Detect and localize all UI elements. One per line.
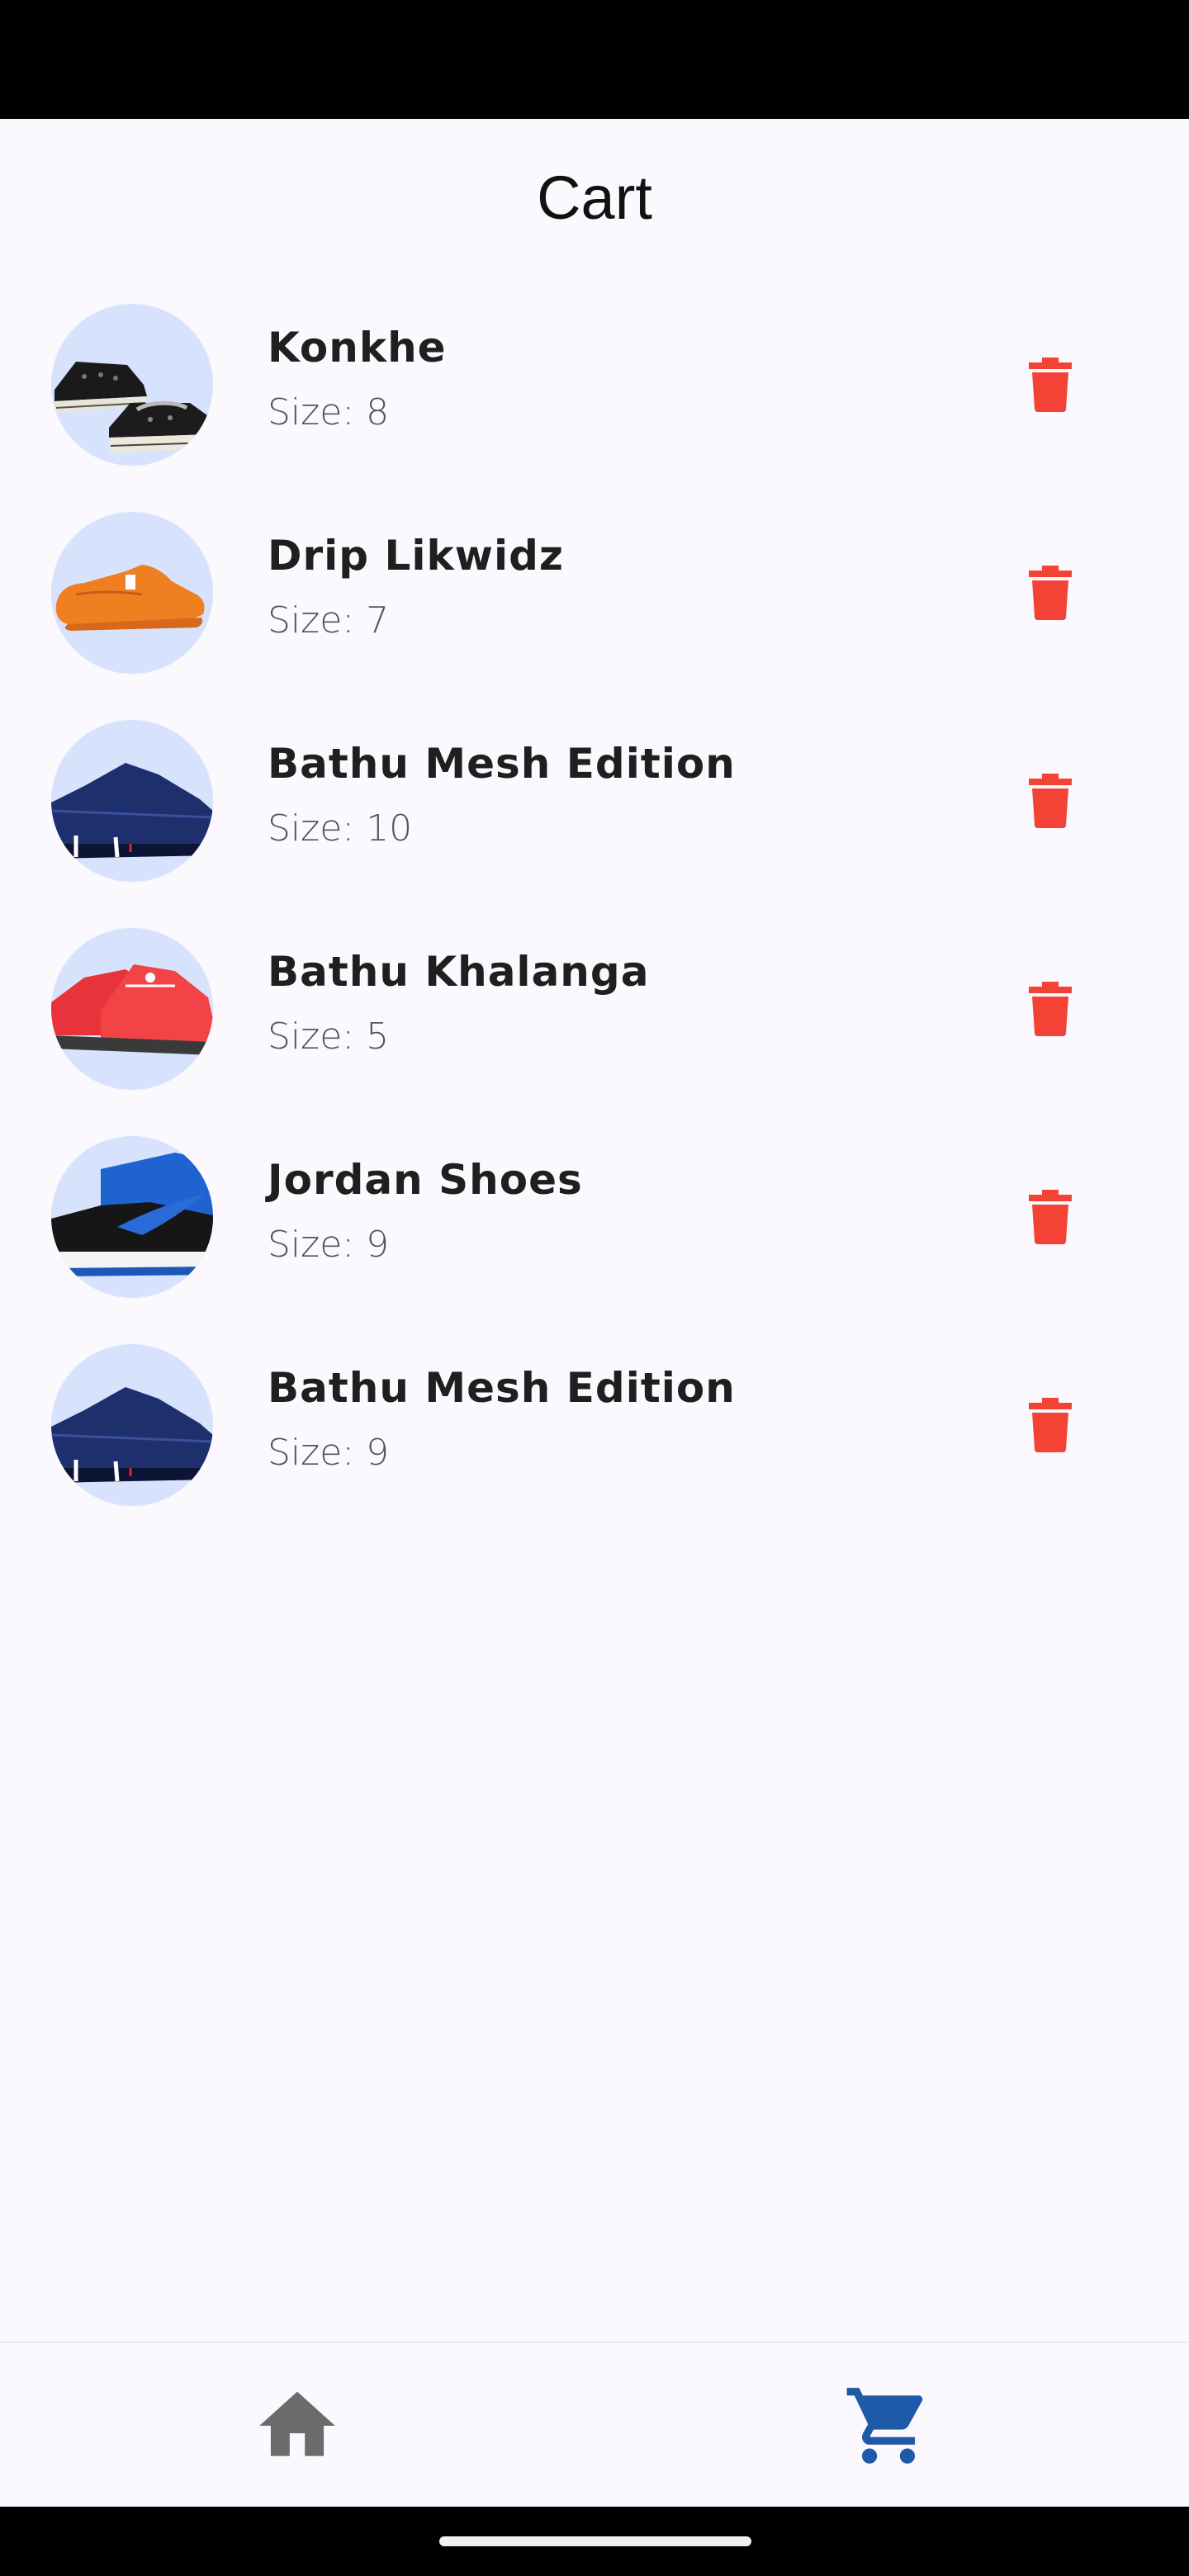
cart-item: Bathu Mesh Edition Size: 10 [0, 697, 1189, 905]
shoe-image [51, 928, 213, 1090]
item-name: Bathu Khalanga [268, 948, 650, 996]
item-name: Drip Likwidz [268, 532, 564, 580]
delete-button[interactable] [1014, 761, 1087, 841]
shoe-image [51, 720, 213, 882]
item-size: Size: 8 [268, 391, 390, 433]
item-name: Jordan Shoes [268, 1156, 583, 1204]
shoe-image [51, 1136, 213, 1298]
delete-button[interactable] [1014, 345, 1087, 424]
item-size: Size: 7 [268, 599, 390, 642]
cart-item: Jordan Shoes Size: 9 [0, 1113, 1189, 1321]
system-navigation-bar [0, 2507, 1189, 2576]
cart-icon [846, 2388, 923, 2464]
delete-button[interactable] [1014, 1177, 1087, 1257]
cart-list: Konkhe Size: 8 Drip Likwidz Size: 7 Bath… [0, 281, 1189, 1529]
page-title: Cart [537, 163, 652, 232]
item-name: Bathu Mesh Edition [268, 740, 736, 788]
delete-button[interactable] [1014, 969, 1087, 1049]
nav-cart-button[interactable] [831, 2376, 946, 2475]
item-name: Bathu Mesh Edition [268, 1364, 736, 1412]
item-size: Size: 9 [268, 1432, 390, 1474]
app-bar: Cart [0, 119, 1189, 276]
trash-icon [1029, 1398, 1072, 1452]
item-name: Konkhe [268, 324, 447, 372]
trash-icon [1029, 358, 1072, 412]
trash-icon [1029, 1190, 1072, 1244]
cart-item: Bathu Mesh Edition Size: 9 [0, 1321, 1189, 1529]
trash-icon [1029, 774, 1072, 828]
trash-icon [1029, 566, 1072, 620]
nav-home-button[interactable] [239, 2376, 355, 2475]
shoe-image [51, 304, 213, 466]
cart-item: Konkhe Size: 8 [0, 281, 1189, 489]
item-size: Size: 5 [268, 1016, 390, 1058]
cart-item: Bathu Khalanga Size: 5 [0, 905, 1189, 1113]
delete-button[interactable] [1014, 1385, 1087, 1465]
delete-button[interactable] [1014, 553, 1087, 632]
item-size: Size: 9 [268, 1224, 390, 1266]
shoe-image [51, 512, 213, 674]
shoe-image [51, 1344, 213, 1506]
home-icon [259, 2391, 335, 2456]
bottom-navigation [0, 2342, 1189, 2507]
item-size: Size: 10 [268, 807, 413, 850]
cart-item: Drip Likwidz Size: 7 [0, 489, 1189, 697]
status-bar [0, 0, 1189, 119]
trash-icon [1029, 982, 1072, 1036]
gesture-handle[interactable] [439, 2536, 751, 2546]
